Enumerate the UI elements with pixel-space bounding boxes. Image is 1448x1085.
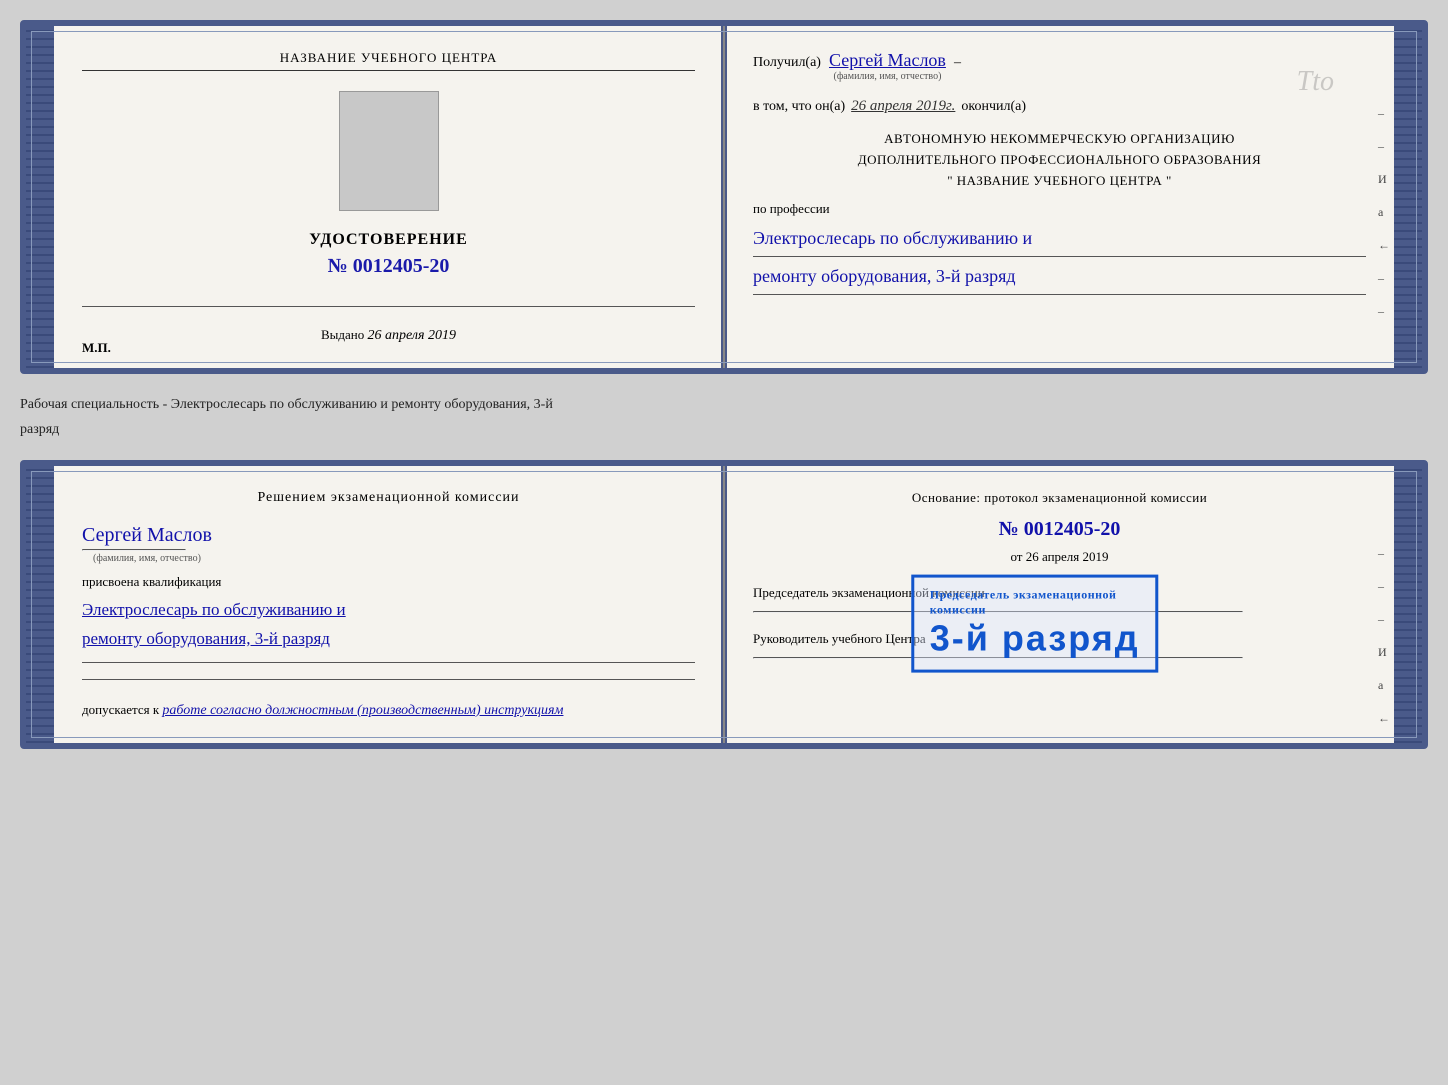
right-margin-notes-bottom: – – – И а ← – – – <box>1378 546 1390 749</box>
completion-date-top: 26 апреля 2019г. <box>851 98 955 115</box>
ot-line: от 26 апреля 2019 <box>753 549 1366 565</box>
vtom-label: в том, что он(а) <box>753 99 845 115</box>
org-line2: ДОПОЛНИТЕЛЬНОГО ПРОФЕССИОНАЛЬНОГО ОБРАЗО… <box>753 150 1366 171</box>
between-label-line1: Рабочая специальность - Электрослесарь п… <box>20 392 1428 417</box>
right-margin-notes-top: – – И а ← – – <box>1378 106 1390 319</box>
dopuskaetsya-value: работе согласно должностным (производств… <box>162 703 563 718</box>
name-underline-bottom <box>82 549 186 551</box>
divider-bottom1 <box>82 662 695 663</box>
prisvoena-label: присвоена квалификация <box>82 574 221 590</box>
osnovanie-title: Основание: протокол экзаменационной коми… <box>753 490 1366 506</box>
qual-line1-bottom: Электрослесарь по обслуживанию и <box>82 596 346 625</box>
vydano-label: Выдано <box>321 327 364 342</box>
bottom-certificate: Решением экзаменационной комиссии Сергей… <box>20 460 1428 749</box>
po-professii-label: по профессии <box>753 201 1366 217</box>
org-line1: АВТОНОМНУЮ НЕКОММЕРЧЕСКУЮ ОРГАНИЗАЦИЮ <box>753 129 1366 150</box>
dash-top: – <box>954 55 961 71</box>
page-wrapper: НАЗВАНИЕ УЧЕБНОГО ЦЕНТРА УДОСТОВЕРЕНИЕ №… <box>20 20 1428 749</box>
recipient-name-top: Сергей Маслов <box>829 50 946 71</box>
poluchil-label: Получил(а) <box>753 55 821 71</box>
cert-content-bottom: Решением экзаменационной комиссии Сергей… <box>54 466 1394 743</box>
mp-label: М.П. <box>82 340 111 356</box>
cert-content-top: НАЗВАНИЕ УЧЕБНОГО ЦЕНТРА УДОСТОВЕРЕНИЕ №… <box>54 26 1394 368</box>
stamp-block: Председатель экзаменационной комиссии 3-… <box>911 575 1159 673</box>
spine-right-top <box>1394 26 1422 368</box>
vydano-date: 26 апреля 2019 <box>368 328 456 343</box>
profession-line1-top: Электрослесарь по обслуживанию и <box>753 223 1366 257</box>
stamp-text-small-2: комиссии <box>930 603 1140 618</box>
poluchil-line: Получил(а) Сергей Маслов (фамилия, имя, … <box>753 50 1366 82</box>
protocol-number-bottom: № 0012405-20 <box>753 518 1366 541</box>
ot-date: 26 апреля 2019 <box>1026 549 1109 564</box>
org-line3: " НАЗВАНИЕ УЧЕБНОГО ЦЕНТРА " <box>753 171 1366 192</box>
dopuskaetsya-line: допускается к работе согласно должностны… <box>82 702 563 719</box>
bottom-cert-right-page: Основание: протокол экзаменационной коми… <box>725 466 1394 743</box>
fio-label-bottom: (фамилия, имя, отчество) <box>82 553 212 564</box>
qual-line2-bottom: ремонту оборудования, 3-й разряд <box>82 625 330 654</box>
spine-left-bottom <box>26 466 54 743</box>
dopuskaetsya-label: допускается к <box>82 702 159 717</box>
stamp-text-small-1: Председатель экзаменационной <box>930 588 1140 603</box>
org-block: АВТОНОМНУЮ НЕКОММЕРЧЕСКУЮ ОРГАНИЗАЦИЮ ДО… <box>753 129 1366 191</box>
okonchil-label: окончил(а) <box>961 99 1026 115</box>
top-cert-right-page: Получил(а) Сергей Маслов (фамилия, имя, … <box>725 26 1394 368</box>
bottom-cert-left-page: Решением экзаменационной комиссии Сергей… <box>54 466 725 743</box>
profession-line2-top: ремонту оборудования, 3-й разряд <box>753 261 1366 295</box>
between-label-block: Рабочая специальность - Электрослесарь п… <box>20 392 1428 442</box>
divider-bottom2 <box>82 679 695 680</box>
spine-left <box>26 26 54 368</box>
divider-top <box>82 306 695 307</box>
resheniem-title: Решением экзаменационной комиссии <box>82 490 695 506</box>
cert-number-top: № 0012405-20 <box>328 255 450 278</box>
spine-right-bottom <box>1394 466 1422 743</box>
person-name-bottom: Сергей Маслов (фамилия, имя, отчество) <box>82 524 212 564</box>
vydano-line: Выдано 26 апреля 2019 <box>321 327 456 344</box>
tto-watermark: Tto <box>1297 66 1334 98</box>
top-cert-left-page: НАЗВАНИЕ УЧЕБНОГО ЦЕНТРА УДОСТОВЕРЕНИЕ №… <box>54 26 725 368</box>
vtom-line: в том, что он(а) 26 апреля 2019г. окончи… <box>753 98 1366 115</box>
top-certificate: НАЗВАНИЕ УЧЕБНОГО ЦЕНТРА УДОСТОВЕРЕНИЕ №… <box>20 20 1428 374</box>
between-label-line2: разряд <box>20 417 1428 442</box>
udostoverenie-label: УДОСТОВЕРЕНИЕ <box>309 231 468 249</box>
stamp-text-big: 3-й разряд <box>930 618 1140 660</box>
school-name-top: НАЗВАНИЕ УЧЕБНОГО ЦЕНТРА <box>82 50 695 71</box>
ot-label: от <box>1010 549 1022 564</box>
fio-label-top: (фамилия, имя, отчество) <box>834 71 942 82</box>
photo-placeholder <box>339 91 439 211</box>
